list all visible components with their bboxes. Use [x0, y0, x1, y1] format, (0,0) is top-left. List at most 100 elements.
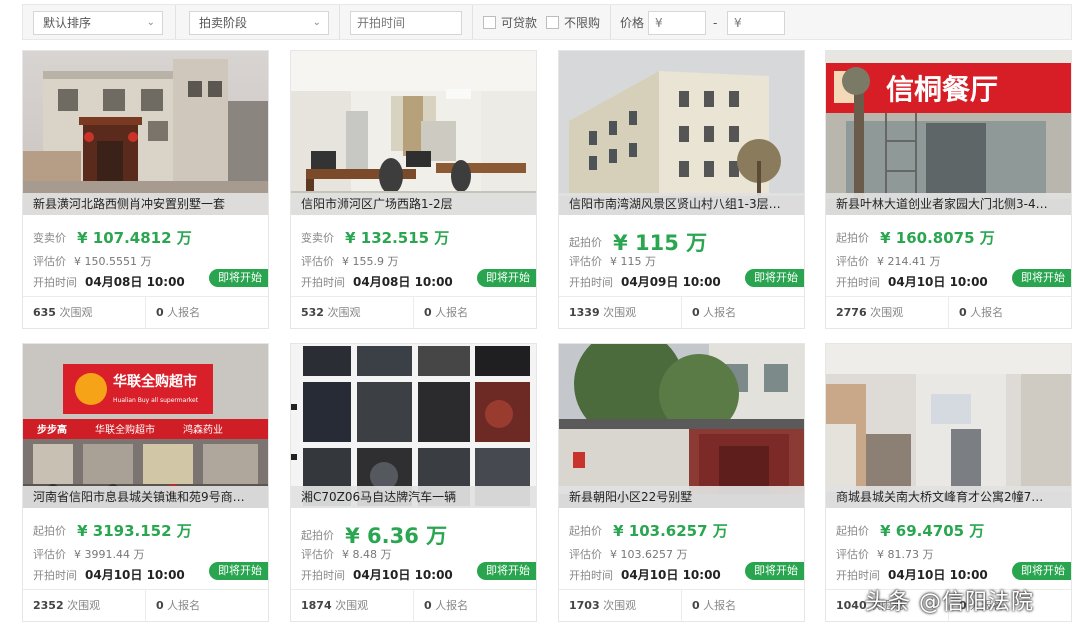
property-photo[interactable]: [559, 51, 804, 215]
stats-divider: [413, 297, 414, 328]
status-badge: 即将开始: [209, 269, 268, 287]
listing-title[interactable]: 新县叶林大道创业者家园大门北侧3-4…: [826, 193, 1071, 215]
property-photo[interactable]: [826, 344, 1071, 508]
property-photo[interactable]: [291, 51, 536, 215]
loan-checkbox[interactable]: [483, 16, 496, 29]
start-row: 开拍时间 04月09日 10:00: [569, 273, 721, 290]
eval-value: ¥ 103.6257 万: [610, 548, 688, 561]
filter-divider: [472, 5, 473, 39]
auction-card[interactable]: 信阳市浉河区广场西路1-2层 变卖价 ¥ 132.515 万 评估价 ¥ 155.…: [290, 50, 537, 329]
start-time: 04月10日 10:00: [85, 568, 185, 582]
price-type-label: 变卖价: [33, 231, 66, 245]
eval-row: 评估价 ¥ 214.41 万: [836, 253, 940, 269]
auction-card[interactable]: 商城县城关南大桥文峰育才公寓2幢7… 起拍价 ¥ 69.4705 万 评估价 ¥ …: [825, 343, 1072, 622]
listing-title[interactable]: 河南省信阳市息县城关镇谯和苑9号商…: [23, 486, 268, 508]
listing-title[interactable]: 商城县城关南大桥文峰育才公寓2幢7…: [826, 486, 1071, 508]
listing-title[interactable]: 信阳市南湾湖风景区贤山村八组1-3层…: [559, 193, 804, 215]
price-value: ¥ 115 万: [613, 231, 708, 255]
stage-select-label: 拍卖阶段: [199, 16, 248, 30]
start-time-input[interactable]: 开拍时间: [350, 11, 462, 35]
views-count: 1339 次围观: [569, 297, 637, 328]
no-limit-checkbox[interactable]: [546, 16, 559, 29]
card-stats: 1874 次围观 0 人报名: [291, 589, 536, 621]
signups-unit: 人报名: [703, 306, 737, 319]
views-unit: 次围观: [603, 306, 637, 319]
views-unit: 次围观: [335, 599, 369, 612]
eval-value: ¥ 155.9 万: [342, 255, 399, 268]
eval-label: 评估价: [569, 255, 602, 268]
eval-label: 评估价: [301, 548, 334, 561]
views-unit: 次围观: [603, 599, 637, 612]
start-label: 开拍时间: [569, 569, 613, 582]
auction-card[interactable]: 湘C70Z06马自达牌汽车一辆 起拍价 ¥ 6.36 万 评估价 ¥ 8.48 万…: [290, 343, 537, 622]
eval-label: 评估价: [836, 548, 869, 561]
price-type-label: 起拍价: [33, 524, 66, 538]
chevron-down-icon: ⌄: [146, 17, 155, 28]
listing-title[interactable]: 湘C70Z06马自达牌汽车一辆: [291, 486, 536, 508]
price-value: ¥ 107.4812 万: [77, 229, 192, 247]
sort-select[interactable]: 默认排序 ⌄: [33, 11, 163, 35]
price-type-label: 变卖价: [301, 231, 334, 245]
auction-card[interactable]: 信阳市南湾湖风景区贤山村八组1-3层… 起拍价 ¥ 115 万 评估价 ¥ 115…: [558, 50, 805, 329]
price-type-label: 起拍价: [301, 529, 334, 542]
price-value: ¥ 69.4705 万: [880, 522, 985, 540]
price-type-label: 起拍价: [836, 524, 869, 538]
status-badge: 即将开始: [745, 562, 804, 580]
auction-card[interactable]: 新县潢河北路西侧肖冲安置别墅一套 变卖价 ¥ 107.4812 万 评估价 ¥ 1…: [22, 50, 269, 329]
start-row: 开拍时间 04月10日 10:00: [569, 566, 721, 583]
views-unit: 次围观: [67, 599, 101, 612]
listing-title[interactable]: 新县潢河北路西侧肖冲安置别墅一套: [23, 193, 268, 215]
card-stats: 2352 次围观 0 人报名: [23, 589, 268, 621]
signups-unit: 人报名: [703, 599, 737, 612]
eval-label: 评估价: [836, 255, 869, 268]
price-max-input[interactable]: ¥: [727, 11, 785, 35]
views-count: 1703 次围观: [569, 590, 637, 621]
start-label: 开拍时间: [301, 276, 345, 289]
start-label: 开拍时间: [569, 276, 613, 289]
views-number: 1040: [836, 599, 867, 612]
start-row: 开拍时间 04月10日 10:00: [836, 566, 988, 583]
price-value: ¥ 160.8075 万: [880, 229, 995, 247]
signups-count: 0 人报名: [424, 590, 468, 621]
eval-label: 评估价: [301, 255, 334, 268]
filter-divider: [339, 5, 340, 39]
price-type-label: 起拍价: [569, 524, 602, 538]
status-badge: 即将开始: [477, 269, 536, 287]
start-row: 开拍时间 04月08日 10:00: [33, 273, 185, 290]
auction-card[interactable]: 华联全购超市 Hualian Buy all supermarket 步步高 华…: [22, 343, 269, 622]
property-photo[interactable]: 华联全购超市 Hualian Buy all supermarket 步步高 华…: [23, 344, 268, 508]
property-photo[interactable]: 信桐餐厅: [826, 51, 1071, 215]
views-unit: 次围观: [870, 306, 904, 319]
price-row: 起拍价 ¥ 160.8075 万: [836, 227, 995, 251]
card-stats: 2776 次围观 0 人报名: [826, 296, 1071, 328]
listing-title[interactable]: 信阳市浉河区广场西路1-2层: [291, 193, 536, 215]
property-photo[interactable]: [559, 344, 804, 508]
chevron-down-icon: ⌄: [312, 17, 321, 28]
supermarket-sign: 华联全购超市: [113, 373, 197, 390]
signups-unit: 人报名: [970, 306, 1004, 319]
views-number: 1874: [301, 599, 332, 612]
property-photo[interactable]: [291, 344, 536, 508]
auction-card[interactable]: 信桐餐厅 新县叶林大道创业者家园大门北侧3-4… 起拍价 ¥ 160.8075 …: [825, 50, 1072, 329]
price-value: ¥ 3193.152 万: [77, 522, 192, 540]
stage-select[interactable]: 拍卖阶段 ⌄: [189, 11, 329, 35]
views-unit: 次围观: [59, 306, 93, 319]
eval-value: ¥ 8.48 万: [342, 548, 392, 561]
auction-card[interactable]: 新县朝阳小区22号别墅 起拍价 ¥ 103.6257 万 评估价 ¥ 103.62…: [558, 343, 805, 622]
signups-number: 0: [959, 306, 967, 319]
stats-divider: [681, 590, 682, 621]
price-min-input[interactable]: ¥: [648, 11, 706, 35]
eval-row: 评估价 ¥ 3991.44 万: [33, 546, 144, 562]
signups-number: 0: [692, 306, 700, 319]
price-value: ¥ 103.6257 万: [613, 522, 728, 540]
listing-title[interactable]: 新县朝阳小区22号别墅: [559, 486, 804, 508]
signups-count: 0 人报名: [156, 590, 200, 621]
sort-select-label: 默认排序: [43, 16, 92, 30]
price-row: 起拍价 ¥ 103.6257 万: [569, 520, 728, 544]
views-count: 635 次围观: [33, 297, 93, 328]
property-photo[interactable]: [23, 51, 268, 215]
eval-row: 评估价 ¥ 103.6257 万: [569, 546, 687, 562]
supermarket-sign-en: Hualian Buy all supermarket: [113, 397, 199, 404]
start-time: 04月10日 10:00: [888, 275, 988, 289]
start-label: 开拍时间: [33, 276, 77, 289]
